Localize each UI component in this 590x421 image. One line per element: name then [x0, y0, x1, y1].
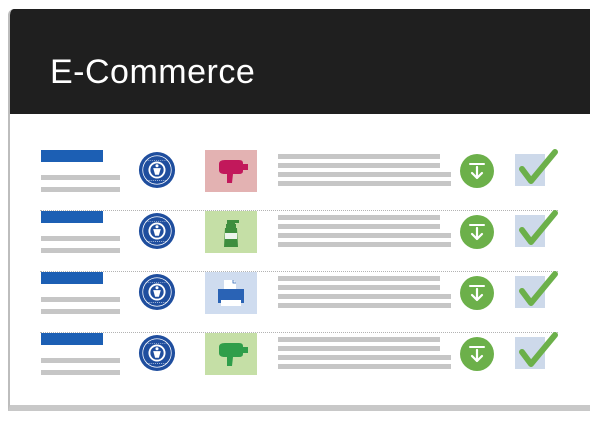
product-name-placeholder	[41, 150, 103, 162]
list-item[interactable]	[10, 236, 590, 314]
text-placeholder	[278, 337, 440, 342]
header-bar: E-Commerce	[10, 9, 590, 114]
list-item[interactable]	[10, 297, 590, 375]
page-title: E-Commerce	[50, 53, 256, 91]
text-placeholder	[278, 346, 440, 351]
product-name-placeholder	[41, 211, 103, 223]
blauer-engel-seal-icon	[138, 334, 176, 372]
text-placeholder	[278, 163, 440, 168]
text-placeholder	[278, 224, 440, 229]
text-placeholder	[278, 154, 440, 159]
list-item[interactable]	[10, 175, 590, 253]
hair-dryer-icon	[219, 343, 248, 366]
text-placeholder	[278, 276, 440, 281]
product-name-placeholder	[41, 272, 103, 284]
text-placeholder	[278, 355, 451, 360]
text-placeholder	[278, 364, 451, 369]
text-placeholder	[278, 215, 440, 220]
product-name-placeholder	[41, 333, 103, 345]
text-placeholder	[41, 370, 120, 375]
page: E-Commerce	[0, 0, 590, 421]
list-item[interactable]	[10, 114, 590, 192]
approved-checkbox[interactable]	[515, 332, 559, 372]
ecommerce-window: E-Commerce	[8, 9, 590, 411]
product-image	[205, 333, 257, 375]
text-placeholder	[41, 358, 120, 363]
text-placeholder	[278, 285, 440, 290]
download-button[interactable]	[459, 336, 495, 372]
